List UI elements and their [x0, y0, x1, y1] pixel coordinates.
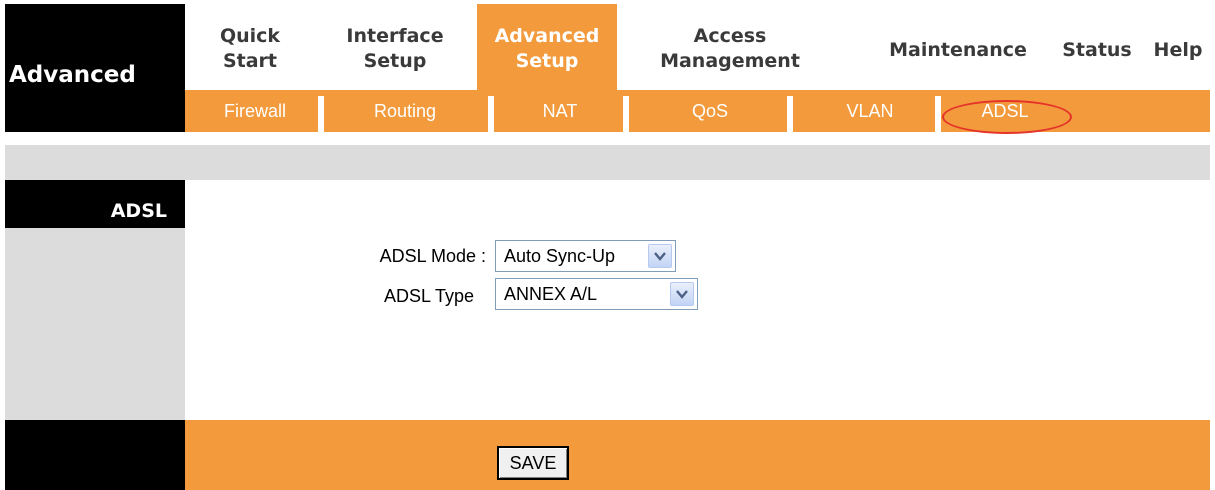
- subnav-nat[interactable]: NAT: [510, 90, 610, 132]
- nav-interface-setup[interactable]: Interface Setup: [320, 4, 470, 90]
- adsl-mode-value: Auto Sync-Up: [504, 246, 616, 266]
- header-spacer: [5, 145, 1210, 180]
- nav-maintenance[interactable]: Maintenance: [868, 4, 1048, 90]
- nav-access-management[interactable]: Access Management: [630, 4, 830, 90]
- adsl-mode-label: ADSL Mode :: [379, 246, 486, 266]
- adsl-type-label: ADSL Type: [383, 286, 474, 306]
- subnav-divider: [935, 96, 941, 132]
- save-button[interactable]: SAVE: [497, 446, 569, 480]
- sidebar-panel: [5, 228, 185, 420]
- subnav-qos[interactable]: QoS: [660, 90, 760, 132]
- section-label: Advanced: [5, 4, 185, 132]
- footer-side: [5, 420, 185, 490]
- nav-quick-start[interactable]: Quick Start: [185, 4, 315, 90]
- nav-status[interactable]: Status: [1052, 4, 1142, 90]
- adsl-type-select[interactable]: ANNEX A/L: [495, 278, 698, 310]
- subnav-vlan[interactable]: VLAN: [820, 90, 920, 132]
- adsl-highlight-oval: [942, 100, 1072, 134]
- subnav-divider: [318, 96, 324, 132]
- subnav-firewall[interactable]: Firewall: [205, 90, 305, 132]
- adsl-type-value: ANNEX A/L: [504, 284, 598, 304]
- footer-bar: [185, 420, 1210, 490]
- subnav-divider: [488, 96, 494, 132]
- subnav-divider: [787, 96, 793, 132]
- chevron-down-icon[interactable]: [648, 244, 672, 268]
- adsl-mode-select[interactable]: Auto Sync-Up: [495, 240, 676, 272]
- subnav-divider: [623, 96, 629, 132]
- sidebar-title: ADSL: [5, 180, 185, 228]
- subnav-routing[interactable]: Routing: [350, 90, 460, 132]
- chevron-down-icon[interactable]: [670, 282, 694, 306]
- nav-help[interactable]: Help: [1148, 4, 1208, 90]
- nav-advanced-setup[interactable]: Advanced Setup: [477, 4, 617, 90]
